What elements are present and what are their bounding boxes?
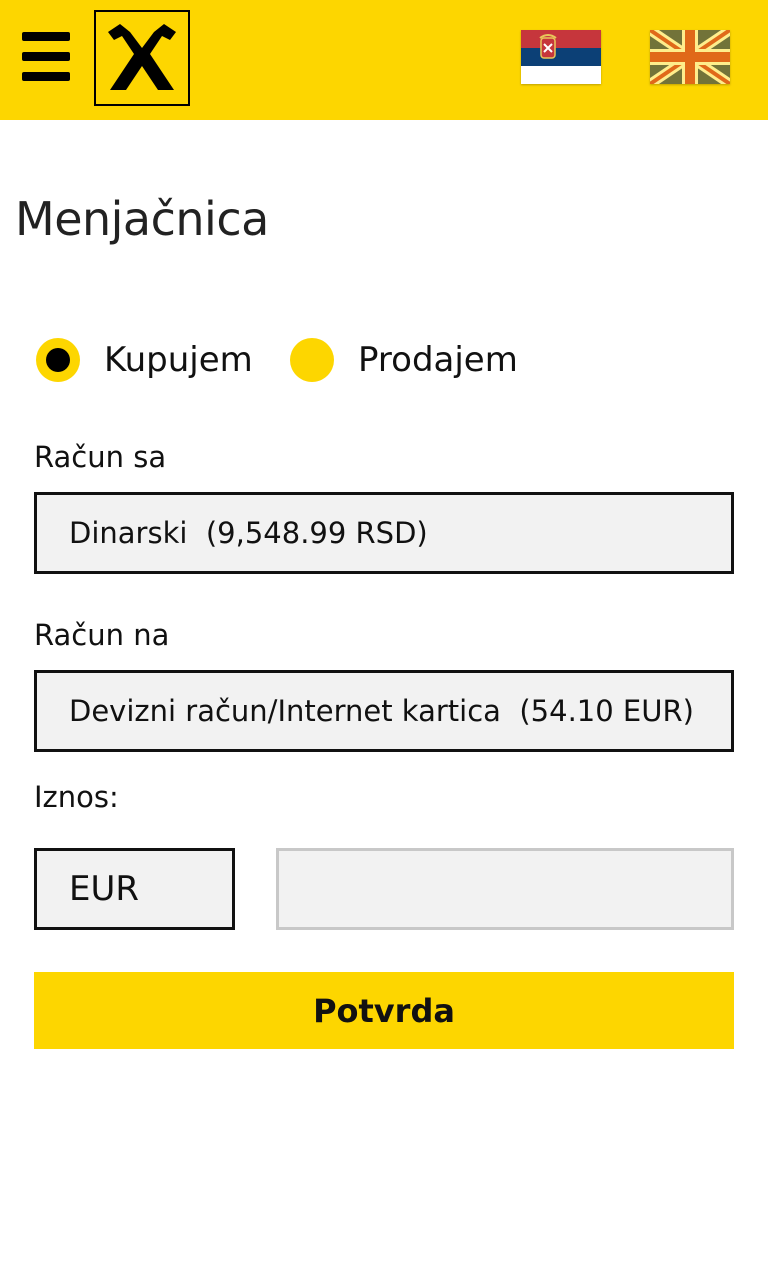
radio-unselected-icon[interactable] — [290, 338, 334, 382]
app-header — [0, 0, 768, 120]
radio-selected-icon[interactable] — [36, 338, 80, 382]
radio-label-kupujem: Kupujem — [104, 340, 253, 380]
from-account-select[interactable]: Dinarski (9,548.99 RSD) — [34, 492, 734, 574]
menu-bar-line — [22, 72, 70, 81]
amount-input[interactable] — [276, 848, 734, 930]
radio-label-prodajem: Prodajem — [358, 340, 518, 380]
from-account-value: Dinarski (9,548.99 RSD) — [69, 516, 428, 550]
currency-value: EUR — [69, 869, 139, 909]
serbian-flag-icon[interactable] — [521, 30, 601, 84]
page-title: Menjačnica — [15, 192, 269, 246]
from-account-label: Račun sa — [34, 440, 167, 474]
to-account-select[interactable]: Devizni račun/Internet kartica (54.10 EU… — [34, 670, 734, 752]
currency-select[interactable]: EUR — [34, 848, 235, 930]
amount-label: Iznos: — [34, 780, 119, 814]
radio-prodajem[interactable]: Prodajem — [290, 336, 518, 384]
to-account-value: Devizni račun/Internet kartica (54.10 EU… — [69, 694, 694, 728]
uk-flag-icon[interactable] — [650, 30, 730, 84]
menu-bar-line — [22, 32, 70, 41]
confirm-button[interactable]: Potvrda — [34, 972, 734, 1049]
raiffeisen-logo — [94, 10, 190, 106]
menu-bar-line — [22, 52, 70, 61]
radio-dot — [46, 348, 70, 372]
radio-kupujem[interactable]: Kupujem — [36, 336, 253, 384]
transaction-type-radio-group: Kupujem Prodajem — [36, 336, 736, 384]
hamburger-menu-icon[interactable] — [22, 32, 70, 82]
to-account-label: Račun na — [34, 618, 170, 652]
